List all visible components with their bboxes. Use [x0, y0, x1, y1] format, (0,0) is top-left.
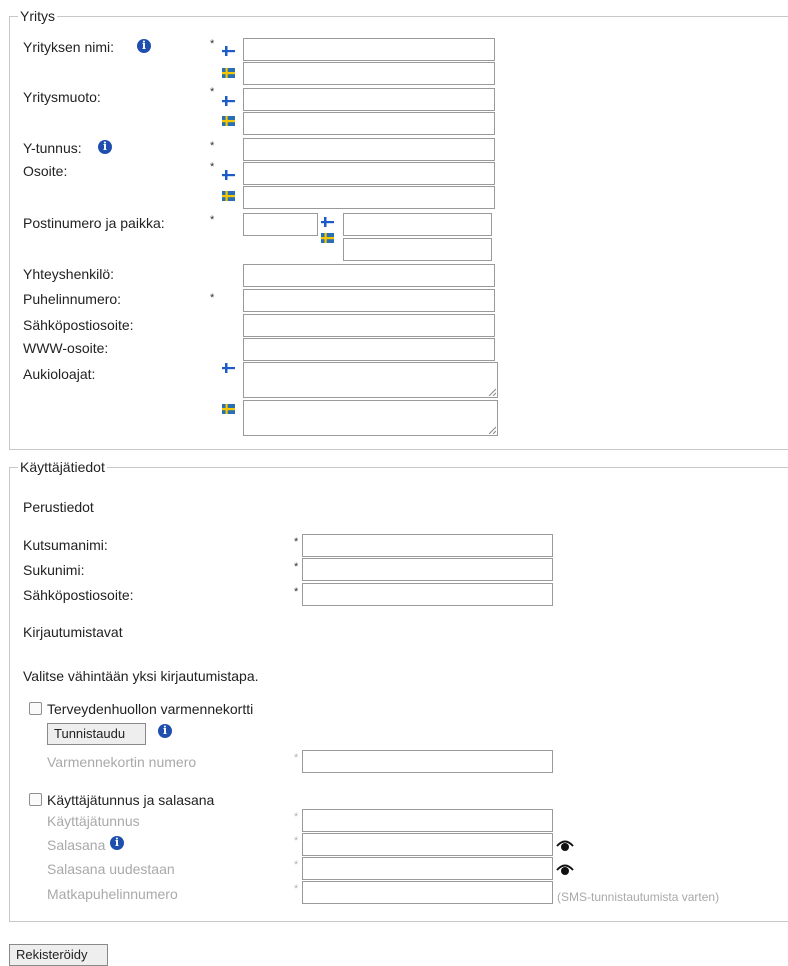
- finland-flag-icon[interactable]: [222, 96, 235, 106]
- company-email-label: Sähköpostiosoite:: [23, 317, 134, 333]
- required-mark: *: [294, 883, 299, 895]
- www-input[interactable]: [243, 338, 495, 361]
- info-icon[interactable]: i: [110, 836, 124, 850]
- card-number-input[interactable]: [302, 750, 553, 773]
- sweden-flag-icon[interactable]: [321, 233, 334, 243]
- credentials-login-checkbox[interactable]: [29, 793, 42, 806]
- username-label: Käyttäjätunnus: [47, 813, 140, 829]
- postal-label: Postinumero ja paikka:: [23, 215, 165, 231]
- required-mark: *: [294, 536, 299, 548]
- sweden-flag-icon[interactable]: [222, 68, 235, 78]
- finland-flag-icon[interactable]: [321, 217, 334, 227]
- card-login-checkbox[interactable]: [29, 702, 42, 715]
- basic-info-heading: Perustiedot: [23, 499, 94, 515]
- business-id-input[interactable]: [243, 138, 495, 161]
- user-email-input[interactable]: [302, 583, 553, 606]
- finland-flag-icon[interactable]: [222, 170, 235, 180]
- www-label: WWW-osoite:: [23, 340, 109, 356]
- address-label: Osoite:: [23, 163, 68, 179]
- finland-flag-icon[interactable]: [222, 46, 235, 56]
- opening-hours-label: Aukioloajat:: [23, 366, 96, 382]
- company-name-label: Yrityksen nimi:: [23, 39, 115, 55]
- phone-input[interactable]: [243, 289, 495, 312]
- business-id-label: Y-tunnus:: [23, 140, 82, 156]
- eye-icon[interactable]: [556, 838, 574, 852]
- nickname-label: Kutsumanimi:: [23, 537, 108, 553]
- finland-flag-icon[interactable]: [222, 363, 235, 373]
- required-mark: *: [294, 561, 299, 573]
- address-sv-input[interactable]: [243, 186, 495, 209]
- login-methods-heading: Kirjautumistavat: [23, 624, 123, 640]
- credentials-login-label[interactable]: Käyttäjätunnus ja salasana: [47, 792, 214, 808]
- required-mark: *: [210, 38, 215, 50]
- password-again-input[interactable]: [302, 857, 553, 880]
- opening-hours-sv-wrap: [243, 400, 498, 436]
- user-legend: Käyttäjätiedot: [18, 459, 107, 475]
- eye-icon[interactable]: [556, 862, 574, 876]
- postal-code-input[interactable]: [243, 213, 318, 236]
- required-mark: *: [294, 859, 299, 871]
- required-mark: *: [294, 586, 299, 598]
- info-icon[interactable]: i: [137, 39, 151, 53]
- opening-hours-fi-wrap: [243, 362, 498, 398]
- password-again-label: Salasana uudestaan: [47, 861, 175, 877]
- required-mark: *: [210, 292, 215, 304]
- required-mark: *: [294, 752, 299, 764]
- opening-hours-fi-textarea[interactable]: [243, 362, 498, 398]
- register-button[interactable]: Rekisteröidy: [9, 944, 108, 966]
- sweden-flag-icon[interactable]: [222, 191, 235, 201]
- lastname-input[interactable]: [302, 558, 553, 581]
- mobile-input[interactable]: [302, 881, 553, 904]
- username-input[interactable]: [302, 809, 553, 832]
- address-fi-input[interactable]: [243, 162, 495, 185]
- info-icon[interactable]: i: [98, 140, 112, 154]
- card-number-label: Varmennekortin numero: [47, 754, 197, 770]
- company-name-sv-input[interactable]: [243, 62, 495, 85]
- company-form-label: Yritysmuoto:: [23, 89, 101, 105]
- required-mark: *: [294, 811, 299, 823]
- company-form-sv-input[interactable]: [243, 112, 495, 135]
- mobile-hint: (SMS-tunnistautumista varten): [557, 890, 720, 904]
- phone-label: Puhelinnumero:: [23, 291, 122, 307]
- required-mark: *: [210, 140, 215, 152]
- city-fi-input[interactable]: [343, 213, 492, 236]
- user-email-label: Sähköpostiosoite:: [23, 587, 134, 603]
- required-mark: *: [294, 835, 299, 847]
- required-mark: *: [210, 86, 215, 98]
- required-mark: *: [210, 161, 215, 173]
- city-sv-input[interactable]: [343, 238, 492, 261]
- login-instruction: Valitse vähintään yksi kirjautumistapa.: [23, 668, 259, 684]
- contact-person-label: Yhteyshenkilö:: [23, 266, 115, 282]
- contact-person-input[interactable]: [243, 264, 495, 287]
- info-icon[interactable]: i: [158, 724, 172, 738]
- company-email-input[interactable]: [243, 314, 495, 337]
- sweden-flag-icon[interactable]: [222, 404, 235, 414]
- password-label: Salasana: [47, 837, 106, 853]
- sweden-flag-icon[interactable]: [222, 116, 235, 126]
- opening-hours-sv-textarea[interactable]: [243, 400, 498, 436]
- card-login-label[interactable]: Terveydenhuollon varmennekortti: [47, 701, 253, 717]
- password-input[interactable]: [302, 833, 553, 856]
- required-mark: *: [210, 214, 215, 226]
- company-legend: Yritys: [18, 8, 57, 24]
- identify-button[interactable]: Tunnistaudu: [47, 723, 146, 745]
- company-name-fi-input[interactable]: [243, 38, 495, 61]
- mobile-label: Matkapuhelinnumero: [47, 886, 178, 902]
- company-form-fi-input[interactable]: [243, 88, 495, 111]
- nickname-input[interactable]: [302, 534, 553, 557]
- lastname-label: Sukunimi:: [23, 562, 85, 578]
